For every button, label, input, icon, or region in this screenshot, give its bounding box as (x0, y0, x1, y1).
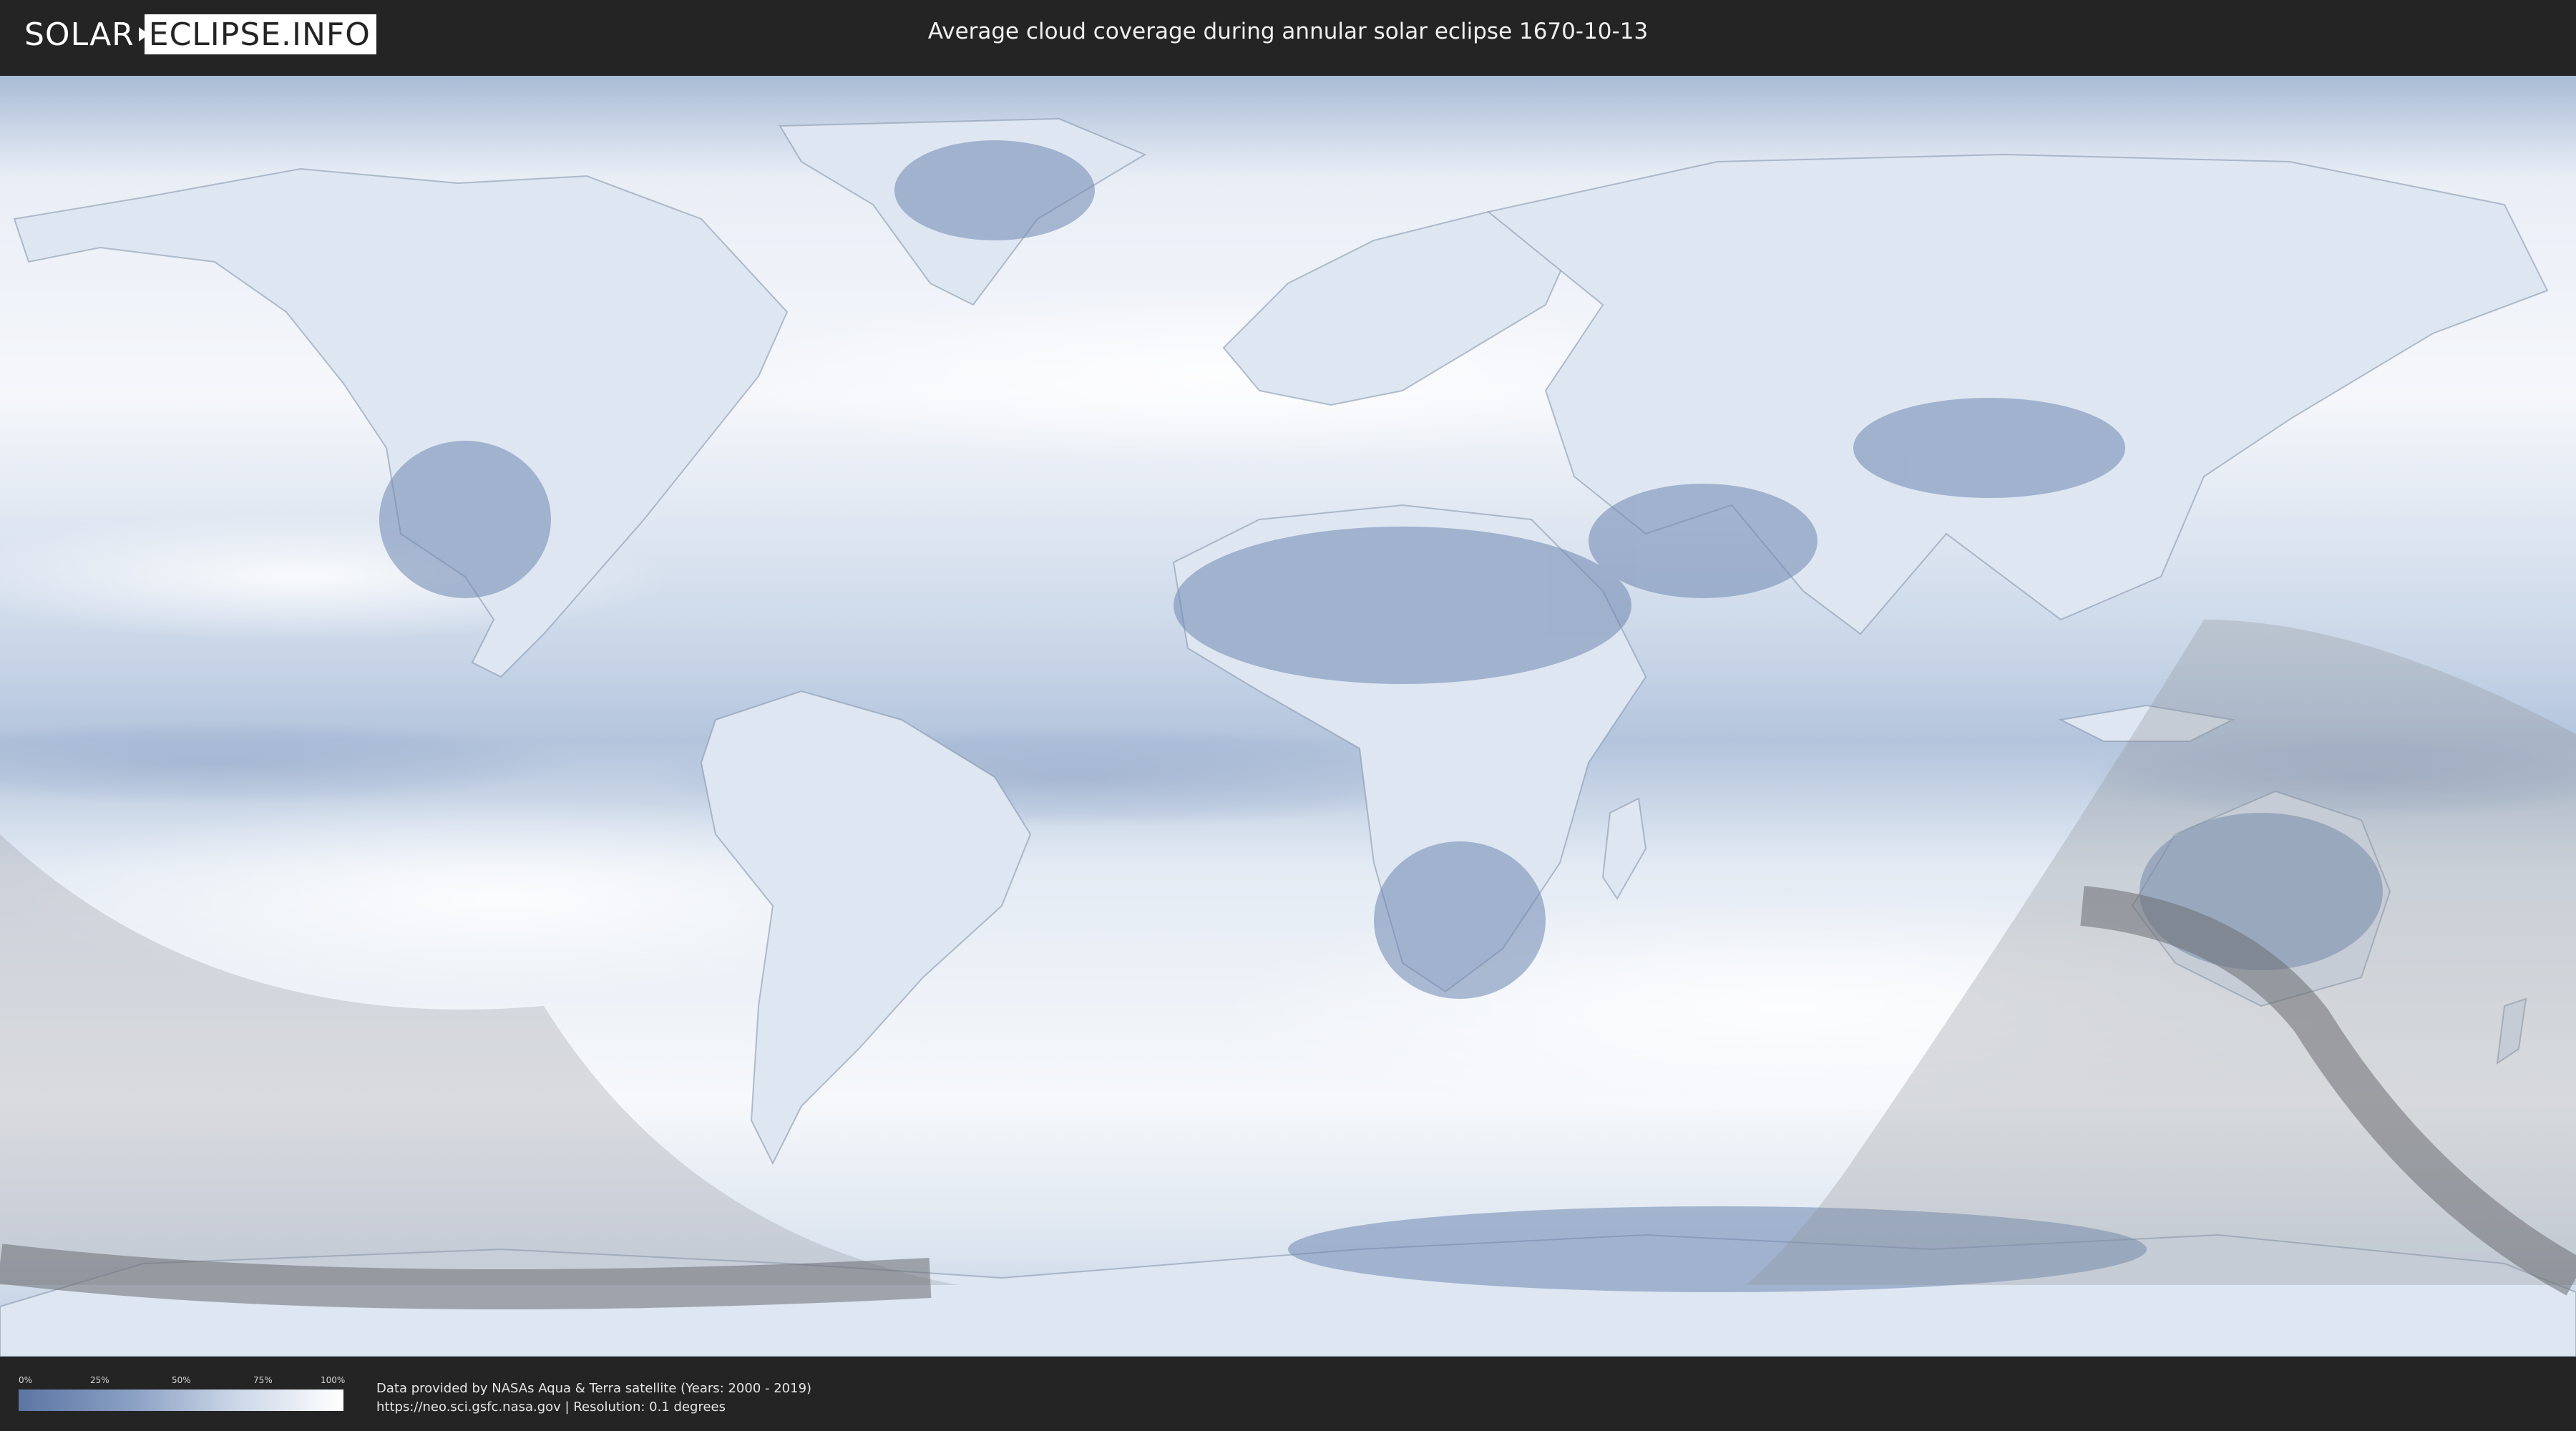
page-title: Average cloud coverage during annular so… (927, 19, 1649, 44)
legend-tick-25: 25% (90, 1375, 109, 1385)
footer-bar: 0% 25% 50% 75% 100% Data provided by NAS… (0, 1359, 2576, 1431)
legend-tick-75: 75% (253, 1375, 273, 1385)
data-credits: Data provided by NASAs Aqua & Terra sate… (376, 1379, 811, 1417)
legend-tick-100: 100% (321, 1375, 346, 1385)
credits-source: Data provided by NASAs Aqua & Terra sate… (376, 1381, 812, 1396)
credits-link[interactable]: https://neo.sci.gsfc.nasa.gov | Resoluti… (376, 1398, 811, 1417)
logo-arrow-icon (138, 27, 149, 41)
legend-ticks: 0% 25% 50% 75% 100% (19, 1375, 346, 1388)
cloud-coverage-map (0, 76, 2576, 1357)
map-canvas (0, 76, 2576, 1357)
legend-tick-0: 0% (19, 1375, 33, 1385)
legend-color-bar (19, 1390, 343, 1411)
legend-tick-50: 50% (172, 1375, 191, 1385)
cloud-coverage-legend: 0% 25% 50% 75% 100% (19, 1375, 346, 1411)
header-bar: SOLAR ECLIPSE.INFO Average cloud coverag… (0, 0, 2576, 70)
